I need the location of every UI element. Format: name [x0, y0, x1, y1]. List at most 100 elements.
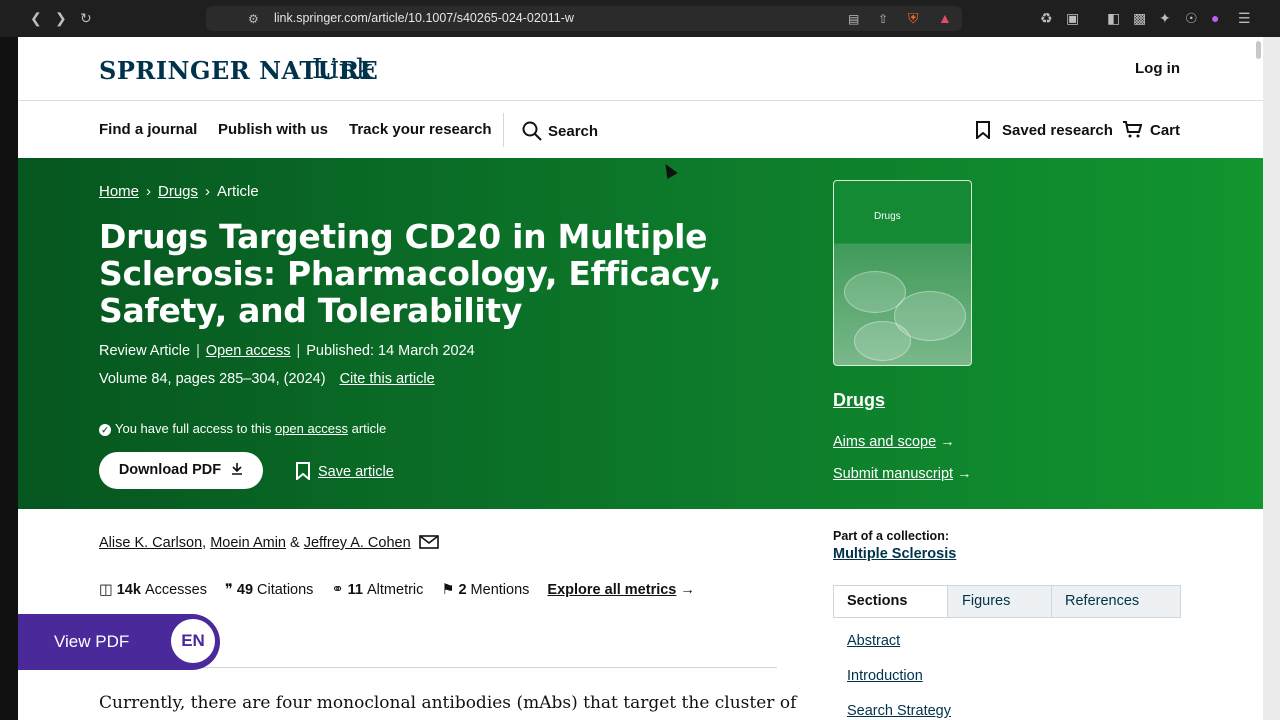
published-date: Published: 14 March 2024 — [306, 343, 475, 359]
toc-abstract[interactable]: Abstract — [847, 633, 900, 649]
author-link[interactable]: Jeffrey A. Cohen — [304, 535, 411, 551]
author-link[interactable]: Alise K. Carlson — [99, 535, 202, 551]
check-icon: ✓ — [99, 424, 111, 436]
arrow-right-icon: → — [680, 582, 695, 598]
altmetric-icon: ⚭ — [331, 582, 344, 598]
access-open-link[interactable]: open access — [275, 421, 348, 436]
arrow-right-icon: → — [957, 466, 972, 482]
altmetric-label: Altmetric — [367, 582, 424, 598]
save-label: Save article — [318, 464, 394, 480]
nav-saved-research[interactable]: Saved research — [976, 121, 1113, 141]
reload-icon[interactable]: ↻ — [80, 10, 92, 26]
download-label: Download PDF — [118, 462, 222, 478]
search-icon — [522, 121, 542, 141]
profile-icon[interactable]: ● — [1211, 10, 1219, 26]
download-pdf-button[interactable]: Download PDF — [99, 452, 263, 489]
article-type: Review Article — [99, 343, 191, 359]
article-meta: Review Article | Open access | Published: 14… — [99, 343, 475, 359]
metrics-row: ◫ 14k Accesses ❞ 49 Citations ⚭ 11 Altmetri… — [99, 582, 695, 598]
screenshot-icon[interactable]: ▣ — [1066, 10, 1079, 26]
submit-label: Submit manuscript — [833, 466, 954, 482]
bookmark-icon — [976, 121, 990, 141]
login-link[interactable]: Log in — [1135, 60, 1180, 77]
accesses-label: Accesses — [144, 582, 207, 598]
nav-divider — [503, 113, 504, 147]
logo-link[interactable]: Link — [312, 54, 372, 85]
megaphone-icon: ⚑ — [441, 582, 455, 598]
tab-references[interactable]: References — [1051, 586, 1180, 617]
address-bar[interactable]: ⚙ link.springer.com/article/10.1007/s402… — [206, 6, 962, 31]
nav-search[interactable]: Search — [522, 121, 598, 141]
view-pdf-widget[interactable]: View PDF EN — [18, 614, 220, 670]
scrollbar-thumb[interactable] — [1256, 41, 1261, 59]
forward-icon[interactable]: ❯ — [55, 10, 67, 26]
rewards-icon[interactable]: ▲ — [938, 10, 952, 26]
site-info-icon[interactable]: ⚙ — [248, 11, 259, 27]
nav-find-journal[interactable]: Find a journal — [99, 121, 197, 138]
access-suffix: article — [351, 421, 387, 436]
share-icon[interactable]: ⇧ — [878, 11, 888, 27]
extensions-icon[interactable]: ♻ — [1040, 10, 1053, 26]
author-link[interactable]: Moein Amin — [210, 535, 286, 551]
sidebar-icon[interactable]: ◧ — [1107, 10, 1120, 26]
open-access-link[interactable]: Open access — [206, 343, 291, 359]
cite-link[interactable]: Cite this article — [340, 371, 435, 387]
altmetric-metric: ⚭ 11 Altmetric — [331, 582, 423, 598]
url-text[interactable]: link.springer.com/article/10.1007/s40265… — [274, 11, 574, 25]
vpn-icon[interactable]: ☉ — [1185, 10, 1198, 26]
scrollbar[interactable] — [1263, 37, 1280, 720]
language-button[interactable]: EN — [171, 619, 215, 663]
sidebar-tabs: Sections Figures References — [833, 585, 1181, 618]
aims-scope-link[interactable]: Aims and scope → — [833, 434, 955, 450]
view-pdf-label[interactable]: View PDF — [54, 632, 129, 652]
menu-icon[interactable]: ☰ — [1238, 10, 1251, 26]
citations-metric: ❞ 49 Citations — [225, 582, 313, 598]
tab-sections[interactable]: Sections — [834, 586, 947, 617]
bookmark-icon — [296, 462, 310, 482]
citations-icon: ❞ — [225, 582, 233, 598]
article-title: Drugs Targeting CD20 in Multiple Scleros… — [99, 217, 722, 330]
article-hero: Home › Drugs › Article Drugs Targeting CD20 … — [18, 158, 1263, 509]
nav-publish[interactable]: Publish with us — [218, 121, 328, 138]
browser-toolbar: ❮ ❯ ↻ □ ⚙ link.springer.com/article/10.1… — [0, 0, 1280, 37]
journal-cover[interactable]: Drugs — [833, 180, 972, 366]
chevron-right-icon: › — [205, 183, 211, 200]
access-text: You have full access to this — [115, 421, 272, 436]
collection-link[interactable]: Multiple Sclerosis — [833, 546, 956, 562]
submit-manuscript-link[interactable]: Submit manuscript → — [833, 466, 972, 482]
search-label: Search — [548, 123, 599, 140]
breadcrumb-drugs[interactable]: Drugs — [158, 183, 198, 200]
article-volume-row: Volume 84, pages 285–304, (2024) Cite th… — [99, 371, 435, 387]
mentions-label: Mentions — [470, 582, 530, 598]
aims-label: Aims and scope — [833, 434, 937, 450]
arrow-right-icon: → — [940, 434, 955, 450]
reader-icon[interactable]: ▤ — [848, 11, 859, 27]
citations-label: Citations — [257, 582, 314, 598]
toc-introduction[interactable]: Introduction — [847, 668, 923, 684]
email-icon[interactable] — [418, 535, 439, 549]
shield-icon[interactable]: ⛨ — [908, 10, 919, 26]
volume-info: Volume 84, pages 285–304, (2024) — [99, 371, 326, 387]
breadcrumb-home[interactable]: Home — [99, 183, 139, 200]
accesses-value: 14k — [116, 582, 141, 598]
nav-track-research[interactable]: Track your research — [349, 121, 492, 138]
cover-title: Drugs — [874, 211, 901, 222]
mentions-value: 2 — [458, 582, 467, 598]
explore-metrics-link[interactable]: Explore all metrics → — [547, 582, 694, 598]
cart-icon — [1123, 121, 1143, 138]
leo-icon[interactable]: ✦ — [1159, 10, 1171, 26]
tab-figures[interactable]: Figures — [947, 586, 1051, 617]
accesses-icon: ◫ — [99, 582, 113, 598]
nav-cart[interactable]: Cart — [1122, 121, 1180, 139]
site-header: SPRINGER NATURE Link Log in — [18, 37, 1263, 101]
article-body-text: Currently, there are four monoclonal ant… — [99, 693, 797, 713]
saved-label: Saved research — [1002, 122, 1113, 139]
collection-label: Part of a collection: — [833, 529, 949, 543]
save-article-button[interactable]: Save article — [296, 462, 394, 482]
toc-search-strategy[interactable]: Search Strategy — [847, 703, 951, 719]
altmetric-value: 11 — [347, 582, 363, 598]
wallet-icon[interactable]: ▩ — [1133, 10, 1146, 26]
back-icon[interactable]: ❮ — [30, 10, 42, 26]
mentions-metric: ⚑ 2 Mentions — [441, 582, 529, 598]
journal-link[interactable]: Drugs — [833, 390, 885, 411]
